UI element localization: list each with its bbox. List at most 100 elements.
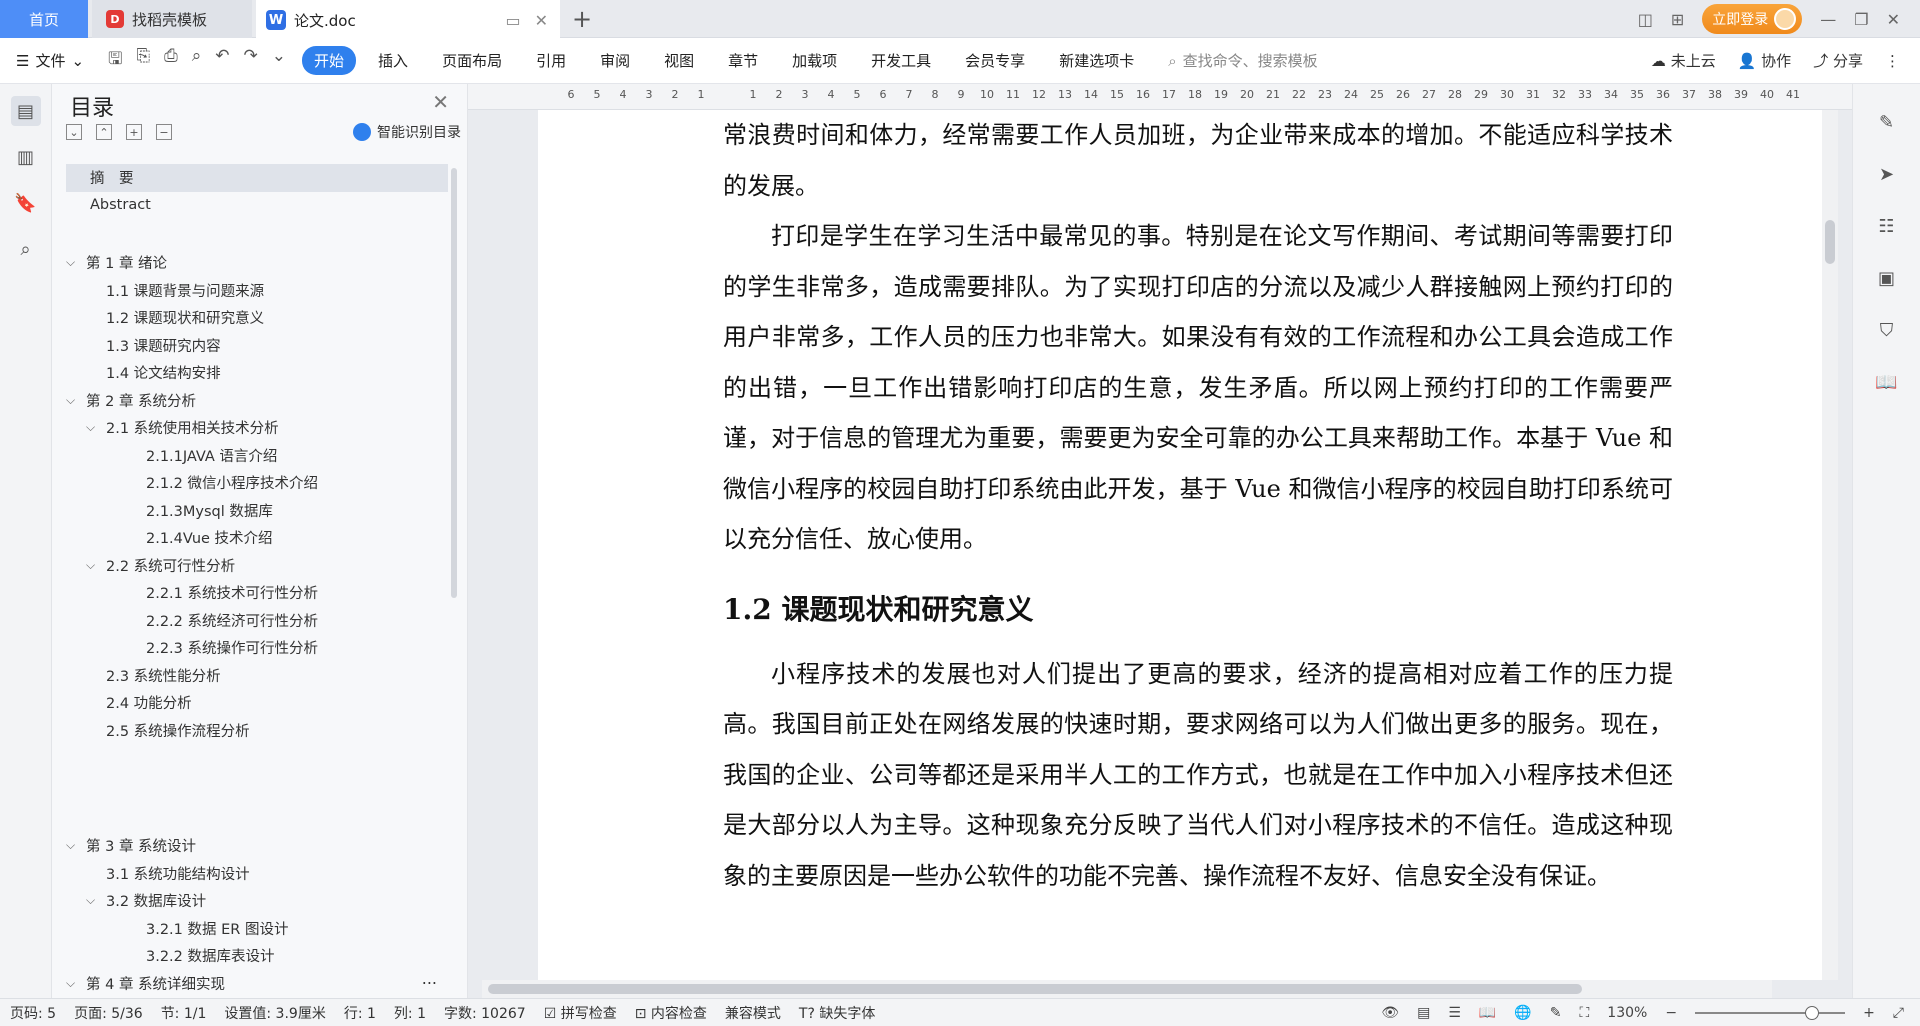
close-icon[interactable]: ✕ [432, 90, 449, 114]
close-tab-icon[interactable]: ✕ [535, 11, 548, 30]
document-page[interactable]: 常浪费时间和体力，经常需要工作人员加班，为企业带来成本的增加。不能适应科学技术的… [538, 110, 1838, 980]
smart-toc-button[interactable]: 智能识别目录 [353, 122, 461, 142]
close-window-icon[interactable]: ✕ [1887, 10, 1900, 29]
toc-item[interactable]: 1.2 课题现状和研究意义 [66, 304, 448, 332]
toc-item[interactable]: 1.4 论文结构安排 [66, 359, 448, 387]
undo-icon[interactable]: ↶ [215, 46, 229, 75]
horizontal-ruler[interactable]: 6 5 4 3 2 1 1 2 3 4 5 6 7 8 9 10 11 12 13 14 15 16 17 18 19 20 21 2… [468, 84, 1852, 110]
toc-item[interactable]: 1.3 课题研究内容 [66, 332, 448, 360]
chevron-down-icon[interactable]: ⌵ [66, 393, 86, 408]
redo-icon[interactable]: ↷ [244, 46, 258, 75]
command-search[interactable]: ⌕ 查找命令、搜索模板 [1168, 50, 1317, 71]
more-icon[interactable]: ... [422, 969, 437, 988]
more-quick-icon[interactable]: ⌄ [272, 46, 286, 75]
toc-item[interactable]: 2.1.1JAVA 语言介绍 [66, 442, 448, 470]
chevron-down-icon[interactable]: ⌵ [66, 255, 86, 270]
cursor-icon[interactable]: ➤ [1873, 160, 1901, 188]
toc-item[interactable]: 2.5 系统操作流程分析 [66, 717, 448, 745]
export-pdf-icon[interactable]: ⎘ [137, 46, 151, 75]
layout-icon[interactable]: ◫ [1638, 10, 1653, 29]
menu-page-layout[interactable]: 页面布局 [430, 46, 514, 75]
toc-item[interactable]: 3.2.2 数据库表设计 [66, 942, 448, 970]
status-page[interactable]: 页面: 5/36 [74, 1003, 143, 1023]
book-icon[interactable]: 📖 [1873, 368, 1901, 396]
expand-all-icon[interactable]: ⌃ [96, 124, 112, 140]
toc-scrollbar[interactable] [451, 168, 457, 598]
document-content[interactable]: 常浪费时间和体力，经常需要工作人员加班，为企业带来成本的增加。不能适应科学技术的… [723, 110, 1673, 901]
menu-start[interactable]: 开始 [302, 46, 357, 75]
toc-item[interactable]: 2.3 系统性能分析 [66, 662, 448, 690]
add-heading-icon[interactable]: + [126, 124, 142, 140]
fullscreen-icon[interactable]: ⤢ [1893, 1005, 1904, 1021]
share-button[interactable]: ⤴ 分享 [1813, 50, 1863, 71]
missing-font-button[interactable]: T? 缺失字体 [799, 1003, 875, 1023]
menu-chapter[interactable]: 章节 [716, 46, 770, 75]
toc-item[interactable]: ⌵ 2.2 系统可行性分析 [66, 552, 448, 580]
image-tool-icon[interactable]: ▣ [1873, 264, 1901, 292]
outline-view-icon[interactable]: ☰ [1448, 1005, 1461, 1021]
grid-apps-icon[interactable]: ⊞ [1671, 10, 1684, 29]
pen-mode-icon[interactable]: ✎ [1550, 1005, 1562, 1021]
toc-icon[interactable]: ▤ [10, 96, 41, 126]
chevron-down-icon[interactable]: ⌵ [66, 838, 86, 853]
chevron-down-icon[interactable]: ⌵ [66, 976, 86, 991]
toc-item[interactable]: 2.1.2 微信小程序技术介绍 [66, 469, 448, 497]
menu-member[interactable]: 会员专享 [953, 46, 1037, 75]
settings-sliders-icon[interactable]: ☷ [1873, 212, 1901, 240]
scroll-thumb[interactable] [488, 984, 1582, 994]
toc-item[interactable]: ⌵ 第 4 章 系统详细实现 [66, 970, 448, 998]
toc-item[interactable]: Abstract [66, 192, 448, 220]
toc-item[interactable]: ⌵ 第 3 章 系统设计 [66, 832, 448, 860]
toc-item[interactable]: 2.4 功能分析 [66, 689, 448, 717]
zoom-slider[interactable] [1695, 1005, 1846, 1020]
toc-item[interactable]: 3.2.1 数据 ER 图设计 [66, 915, 448, 943]
menu-references[interactable]: 引用 [524, 46, 578, 75]
collab-button[interactable]: 👤 协作 [1738, 50, 1791, 71]
cloud-button[interactable]: ☁ 未上云 [1651, 50, 1716, 71]
print-preview-icon[interactable]: ⌕ [192, 46, 202, 75]
toc-item[interactable]: ⌵ 2.1 系统使用相关技术分析 [66, 414, 448, 442]
eye-icon[interactable]: 👁 [1381, 1005, 1399, 1021]
chevron-down-icon[interactable]: ⌵ [86, 420, 106, 435]
pen-icon[interactable]: ✎ [1873, 108, 1901, 136]
toc-item[interactable]: 3.1 系统功能结构设计 [66, 860, 448, 888]
zoom-level[interactable]: 130% [1607, 1005, 1647, 1021]
toc-item[interactable]: 摘 要 [66, 164, 448, 192]
menu-new-tab[interactable]: 新建选项卡 [1047, 46, 1146, 75]
zoom-slider-knob[interactable] [1805, 1005, 1820, 1020]
collapse-all-icon[interactable]: ⌄ [66, 124, 82, 140]
minimize-icon[interactable]: — [1820, 10, 1836, 29]
toc-item[interactable]: 2.1.4Vue 技术介绍 [66, 524, 448, 552]
toc-item[interactable]: ⌵ 第 1 章 绪论 [66, 249, 448, 277]
fit-page-icon[interactable]: ⛶ [1579, 1005, 1589, 1021]
toc-item[interactable]: 2.2.1 系统技术可行性分析 [66, 579, 448, 607]
web-view-icon[interactable]: 🌐 [1514, 1005, 1531, 1021]
tab-home[interactable]: 首页 [0, 0, 88, 38]
horizontal-scrollbar[interactable] [482, 980, 1772, 998]
page-view-icon[interactable]: ▤ [1417, 1005, 1430, 1021]
shield-icon[interactable]: ⛉ [1873, 316, 1901, 344]
spell-check-button[interactable]: ☑ 拼写检查 [544, 1003, 617, 1023]
menu-insert[interactable]: 插入 [366, 46, 420, 75]
menu-review[interactable]: 审阅 [588, 46, 642, 75]
scroll-thumb[interactable] [1825, 220, 1835, 264]
toc-item[interactable]: 2.2.3 系统操作可行性分析 [66, 634, 448, 662]
menu-developer[interactable]: 开发工具 [859, 46, 943, 75]
search-panel-icon[interactable]: ⌕ [11, 234, 41, 264]
tab-document[interactable]: W 论文.doc ▭ ✕ [256, 0, 560, 38]
toc-item[interactable]: 2.1.3Mysql 数据库 [66, 497, 448, 525]
tab-template[interactable]: D 找稻壳模板 [92, 0, 252, 38]
login-button[interactable]: 立即登录 [1702, 4, 1803, 34]
toc-item[interactable]: 1.1 课题背景与问题来源 [66, 277, 448, 305]
zoom-out-icon[interactable]: − [1665, 1005, 1677, 1021]
chevron-down-icon[interactable]: ⌵ [86, 893, 106, 908]
chevron-down-icon[interactable]: ⌵ [86, 558, 106, 573]
content-check-button[interactable]: ⊡ 内容检查 [635, 1003, 707, 1023]
file-menu[interactable]: ☰ 文件 ⌄ [16, 50, 84, 71]
more-vertical-icon[interactable]: ⋮ [1885, 52, 1900, 70]
status-words[interactable]: 字数: 10267 [444, 1003, 526, 1023]
window-mode-icon[interactable]: ▭ [505, 11, 520, 30]
new-tab-button[interactable]: + [572, 5, 592, 33]
menu-addins[interactable]: 加载项 [780, 46, 849, 75]
zoom-in-icon[interactable]: + [1863, 1005, 1875, 1021]
